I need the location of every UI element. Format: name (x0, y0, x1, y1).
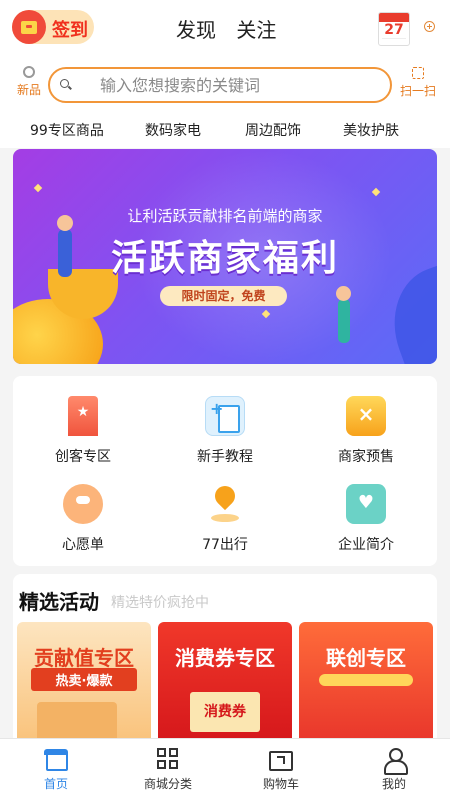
feature-label: 心愿单 (62, 537, 104, 553)
top-header: 签到 发现 关注 27 (0, 0, 450, 58)
category-tab-99[interactable]: 99专区商品 (30, 120, 104, 140)
feature-label: 新手教程 (197, 449, 253, 465)
tab-follow[interactable]: 关注 (236, 18, 276, 42)
home-icon (44, 747, 68, 771)
promo-banner[interactable]: 让利活跃贡献排名前端的商家 活跃商家福利 限时固定，免费 (13, 149, 437, 364)
top-tabs: 发现 关注 (176, 14, 290, 43)
piggy-bank-icon (63, 484, 103, 524)
activity-card-coupon[interactable]: 消费券专区 消费券 (158, 622, 292, 744)
bottom-nav: 首页 商城分类 购物车 我的 (0, 738, 450, 800)
search-bar-row: 新品 扫一扫 (0, 58, 450, 110)
feature-label: 创客专区 (55, 449, 111, 465)
category-tab-digital[interactable]: 数码家电 (145, 120, 201, 140)
nav-home[interactable]: 首页 (21, 747, 91, 792)
document-plus-icon (205, 396, 245, 436)
tab-discover[interactable]: 发现 (176, 18, 216, 42)
activity-card-contribution[interactable]: 贡献值专区 热卖·爆款 (17, 622, 151, 744)
new-icon (23, 66, 35, 78)
feature-wishlist[interactable]: 心愿单 (23, 484, 143, 554)
scan-icon (412, 67, 424, 79)
location-pin-icon (205, 484, 245, 524)
calendar-icon[interactable]: 27 (378, 12, 410, 46)
new-goods-label: 新品 (16, 83, 41, 97)
user-icon (382, 747, 408, 775)
banner-title: 活跃商家福利 (110, 238, 339, 279)
search-icon (60, 79, 69, 88)
feature-label: 商家预售 (338, 449, 394, 465)
banner-subtitle: 让利活跃贡献排名前端的商家 (127, 207, 323, 225)
feature-77-travel[interactable]: 77出行 (165, 484, 285, 554)
signin-button[interactable]: 签到 (12, 10, 94, 44)
heart-hands-icon (346, 484, 386, 524)
plus-circle-icon[interactable] (424, 21, 435, 32)
feature-label: 企业简介 (338, 537, 394, 553)
feature-beginner-guide[interactable]: 新手教程 (165, 396, 285, 466)
gift-icon (12, 10, 46, 44)
sparkle-icon (33, 183, 43, 193)
activity-card-subtitle: 热卖·爆款 (31, 668, 137, 691)
nav-me[interactable]: 我的 (359, 747, 429, 792)
activity-card-title: 贡献值专区 (34, 646, 134, 670)
scan-label: 扫一扫 (399, 84, 436, 98)
feature-maker-zone[interactable]: 创客专区 (23, 396, 143, 466)
section-subtitle: 精选特价疯抢中 (111, 595, 209, 611)
coupon-tag: 消费券 (190, 692, 260, 732)
nav-label: 我的 (381, 777, 406, 791)
activity-card-title: 联创专区 (326, 646, 406, 670)
category-tab-beauty[interactable]: 美妆护肤 (343, 120, 399, 140)
presale-box-icon (346, 396, 386, 436)
activity-card-alliance[interactable]: 联创专区 (299, 622, 433, 744)
section-title: 精选活动 (19, 590, 99, 614)
cart-icon (269, 747, 293, 771)
selected-activities: 精选活动 精选特价疯抢中 贡献值专区 热卖·爆款 消费券专区 消费券 联创专区 (13, 574, 437, 744)
feature-merchant-presale[interactable]: 商家预售 (306, 396, 426, 466)
scan-button[interactable]: 扫一扫 (398, 67, 438, 99)
category-tabs: 99专区商品 数码家电 周边配饰 美妆护肤 (0, 110, 450, 148)
nav-category[interactable]: 商城分类 (133, 747, 203, 792)
nav-label: 购物车 (262, 777, 299, 791)
activity-card-title: 消费券专区 (175, 646, 275, 670)
nav-label: 首页 (43, 777, 68, 791)
category-grid-icon (156, 747, 180, 771)
calendar-day: 27 (384, 22, 404, 38)
bookmark-star-icon (68, 396, 98, 436)
nav-label: 商城分类 (143, 777, 192, 791)
signin-label: 签到 (52, 20, 88, 41)
feature-company-intro[interactable]: 企业简介 (306, 484, 426, 554)
product-illustration (37, 702, 117, 742)
person-illustration (336, 286, 351, 343)
new-goods-button[interactable]: 新品 (12, 66, 46, 98)
search-input[interactable] (100, 73, 380, 97)
banner-pill: 限时固定，免费 (160, 286, 287, 306)
search-box[interactable] (48, 67, 392, 103)
decorative-pill (319, 674, 413, 686)
feature-grid: 创客专区 新手教程 商家预售 心愿单 77出行 企业简介 (13, 376, 437, 566)
nav-cart[interactable]: 购物车 (246, 747, 316, 792)
category-tab-accessories[interactable]: 周边配饰 (245, 120, 301, 140)
feature-label: 77出行 (202, 537, 248, 553)
